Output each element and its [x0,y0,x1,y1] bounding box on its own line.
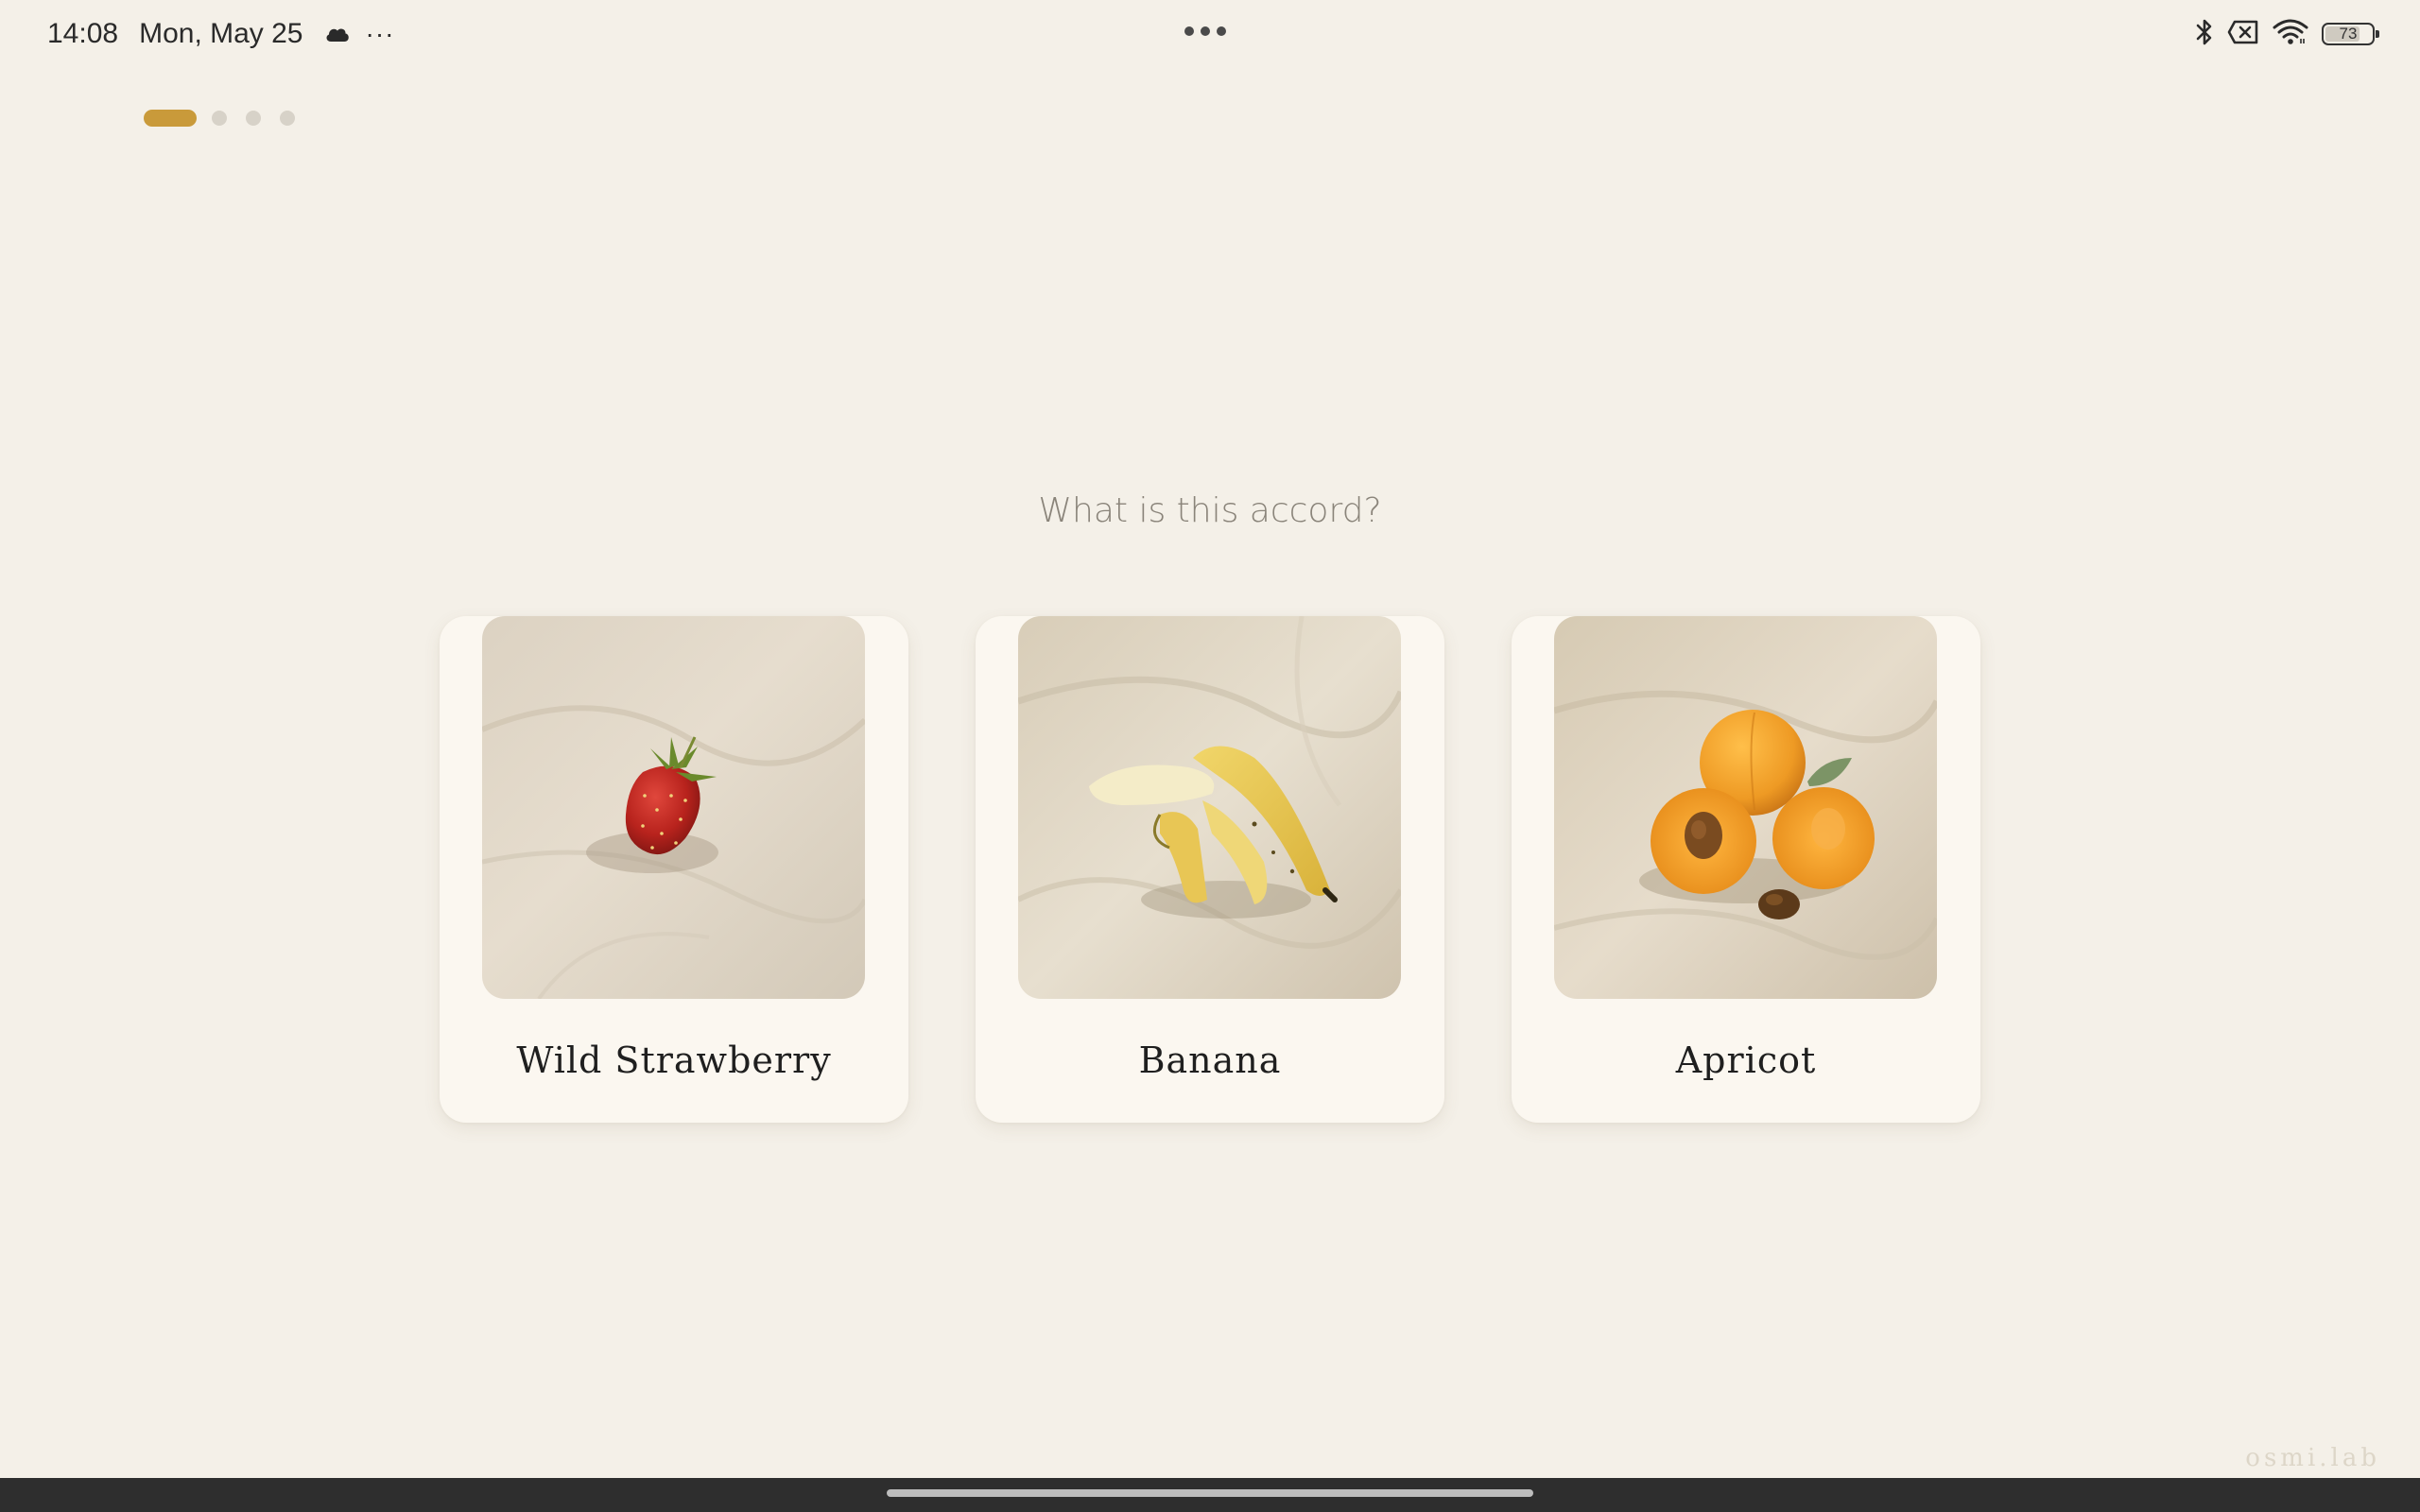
bluetooth-icon [2195,17,2214,52]
question-text: What is this accord? [1038,491,1382,530]
option-card-wild-strawberry[interactable]: Wild Strawberry [440,616,908,1123]
option-card-banana[interactable]: Banana [976,616,1444,1123]
option-label: Apricot [1675,1040,1817,1081]
option-label: Banana [1138,1040,1282,1081]
page-dot [246,111,261,126]
page-indicator [144,110,295,127]
dot-icon [1217,26,1226,36]
battery-icon: 73 [2322,23,2379,45]
cloud-icon [324,25,351,43]
clock: 14:08 [47,18,119,49]
watermark: osmi.lab [2245,1444,2380,1472]
more-notifications-icon: ··· [365,19,395,48]
page-dot [212,111,227,126]
banana-photo [1018,616,1401,999]
dot-icon [1201,26,1210,36]
status-bar-left: 14:08 Mon, May 25 ··· [47,13,394,55]
strawberry-photo [482,616,865,999]
sim-off-icon [2227,19,2259,50]
dot-icon [1184,26,1194,36]
apricot-photo [1554,616,1937,999]
home-gesture-handle[interactable] [887,1489,1533,1497]
page-dot-active [144,110,197,127]
option-label: Wild Strawberry [516,1040,832,1081]
status-bar-right: 73 [2195,15,2379,53]
page-dot [280,111,295,126]
status-date: Mon, May 25 [139,18,303,49]
option-card-apricot[interactable]: Apricot [1512,616,1980,1123]
window-options-handle[interactable] [1184,26,1226,36]
wifi-icon [2273,18,2308,51]
battery-level: 73 [2339,25,2358,43]
navigation-bar [0,1478,2420,1512]
